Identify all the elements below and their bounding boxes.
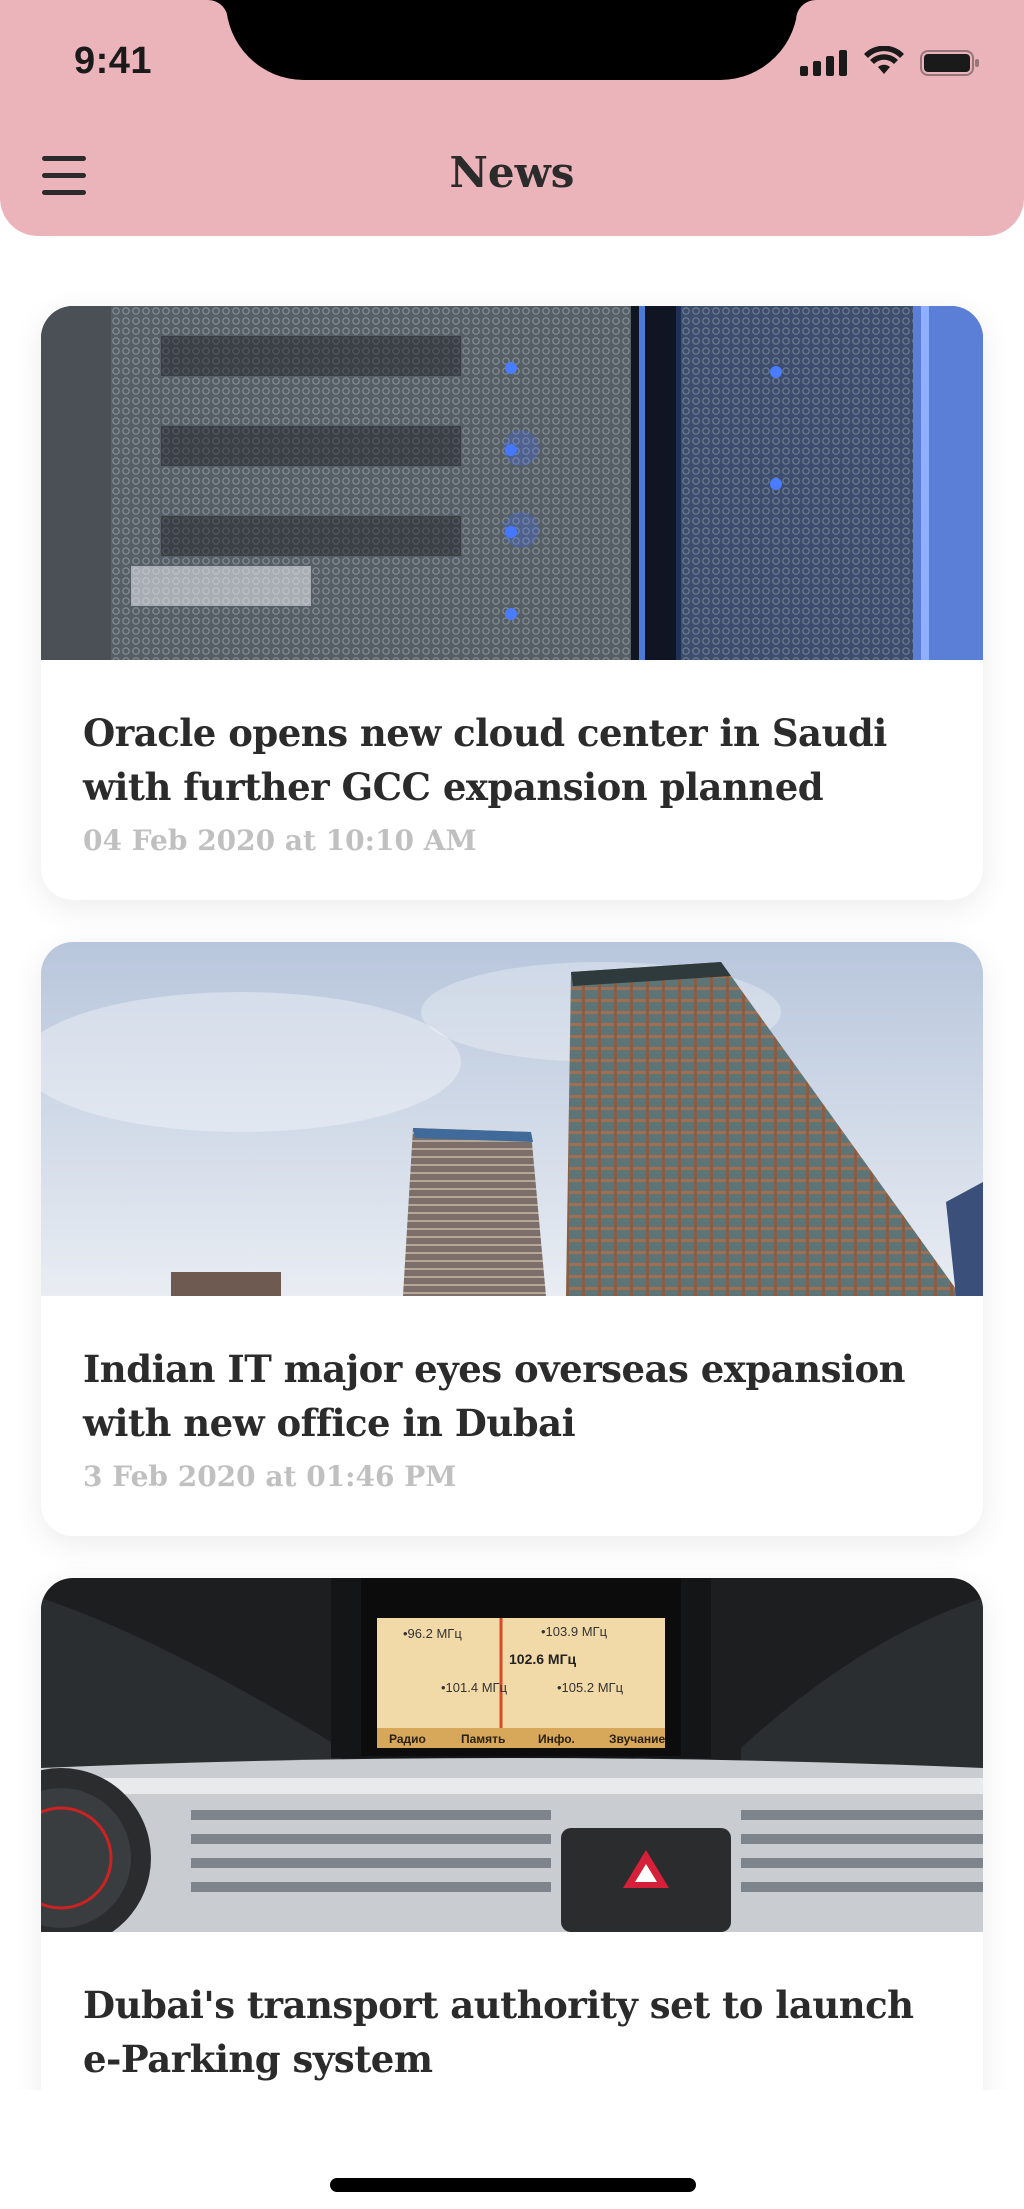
article-title: Dubai's transport authority set to launc… (83, 1983, 914, 2081)
radio-tab: Память (461, 1732, 505, 1746)
radio-frequency: •105.2 МГц (557, 1680, 624, 1695)
notch-corner (796, 0, 816, 20)
radio-frequency: 102.6 МГц (509, 1651, 577, 1667)
status-icons (800, 46, 990, 80)
radio-frequency: •103.9 МГц (541, 1624, 608, 1639)
server-rack-image (41, 306, 983, 660)
article-title: Oracle opens new cloud center in Saudi w… (83, 711, 887, 809)
radio-tab: Радио (389, 1732, 426, 1746)
home-indicator[interactable] (330, 2178, 696, 2192)
wifi-icon (864, 46, 904, 74)
device-notch (226, 0, 798, 80)
radio-tab: Звучание (609, 1732, 666, 1746)
radio-frequency: •96.2 МГц (403, 1626, 462, 1641)
signal-icon (800, 50, 848, 76)
news-card[interactable]: Oracle opens new cloud center in Saudi w… (41, 306, 983, 900)
article-title: Indian IT major eyes overseas expansion … (83, 1347, 906, 1445)
battery-icon (920, 50, 979, 76)
skyscrapers-image (41, 942, 983, 1296)
app-header: 9:41 News (0, 0, 1024, 236)
article-date: 3 Feb 2020 at 01:46 PM (83, 1460, 457, 1493)
car-dashboard-image: •96.2 МГц •103.9 МГц 102.6 МГц •101.4 МГ… (41, 1578, 983, 1932)
radio-tab: Инфо. (538, 1732, 575, 1746)
news-card[interactable]: •96.2 МГц •103.9 МГц 102.6 МГц •101.4 МГ… (41, 1578, 983, 2172)
notch-corner (208, 0, 228, 20)
article-date: 04 Feb 2020 at 10:10 AM (83, 824, 477, 857)
news-card[interactable]: Indian IT major eyes overseas expansion … (41, 942, 983, 1536)
radio-frequency: •101.4 МГц (441, 1680, 508, 1695)
page-title: News (449, 148, 575, 197)
status-time: 9:41 (74, 40, 153, 82)
